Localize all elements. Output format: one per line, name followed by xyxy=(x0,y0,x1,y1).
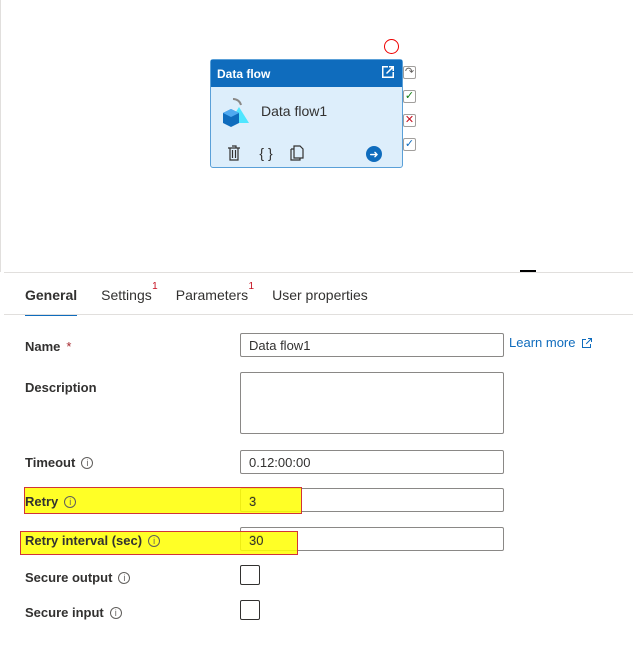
description-label: Description xyxy=(25,380,97,395)
annotation-circle xyxy=(384,39,399,54)
info-icon[interactable]: i xyxy=(148,534,161,547)
tabs-underline xyxy=(4,314,633,315)
node-name: Data flow1 xyxy=(261,103,328,119)
delete-icon[interactable] xyxy=(225,144,243,162)
copy-icon[interactable] xyxy=(289,144,307,162)
code-icon[interactable]: { } xyxy=(257,144,275,162)
panel-resize-handle[interactable] xyxy=(520,270,536,272)
name-label: Name * xyxy=(25,339,72,354)
open-external-icon xyxy=(582,337,593,348)
info-icon[interactable]: i xyxy=(118,571,131,584)
timeout-label: Timeout i xyxy=(25,455,94,470)
info-icon[interactable]: i xyxy=(109,606,122,619)
parameters-error-badge: 1 xyxy=(248,281,255,292)
secure-output-checkbox[interactable] xyxy=(240,565,260,585)
tab-settings[interactable]: Settings 1 xyxy=(101,281,158,315)
info-icon[interactable]: i xyxy=(64,495,77,508)
retry-interval-label: Retry interval (sec) i xyxy=(25,533,161,548)
retry-label: Retry i xyxy=(25,494,77,509)
completion-port-icon[interactable]: ✓ xyxy=(403,138,416,151)
learn-more-link[interactable]: Learn more xyxy=(509,335,593,350)
retry-value: 3 xyxy=(249,494,257,509)
skip-port-icon[interactable]: ↷ xyxy=(403,66,416,79)
settings-error-badge: 1 xyxy=(152,281,158,292)
node-type-label: Data flow xyxy=(217,66,271,81)
go-arrow-icon[interactable]: ➜ xyxy=(366,146,382,162)
data-flow-activity-node[interactable]: Data flow Data flow1 { } ➜ xyxy=(210,59,403,168)
secure-input-label: Secure input i xyxy=(25,605,122,620)
timeout-field[interactable] xyxy=(240,450,504,474)
retry-interval-value: 30 xyxy=(249,533,264,548)
tab-parameters[interactable]: Parameters 1 xyxy=(176,281,254,315)
panel-divider xyxy=(4,272,633,273)
name-field[interactable] xyxy=(240,333,504,357)
open-external-icon[interactable] xyxy=(380,64,396,83)
tab-user-properties[interactable]: User properties xyxy=(272,287,368,315)
description-field[interactable] xyxy=(240,372,504,434)
node-header: Data flow xyxy=(211,60,402,87)
failure-port-icon[interactable]: ✕ xyxy=(403,114,416,127)
secure-input-checkbox[interactable] xyxy=(240,600,260,620)
tab-general[interactable]: General xyxy=(25,287,78,316)
properties-tabs: General Settings 1 Parameters 1 User prope… xyxy=(25,281,368,316)
success-port-icon[interactable]: ✓ xyxy=(403,90,416,103)
info-icon[interactable]: i xyxy=(81,456,94,469)
data-flow-icon xyxy=(219,95,253,129)
secure-output-label: Secure output i xyxy=(25,570,131,585)
